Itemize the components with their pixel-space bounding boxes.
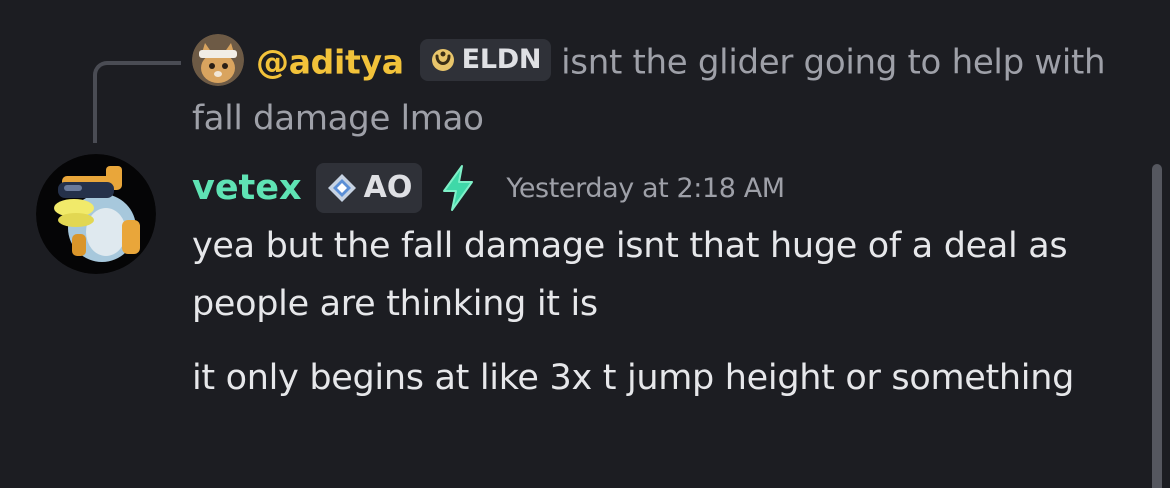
penguin-avatar-icon bbox=[36, 154, 156, 274]
message-text: yea but the fall damage isnt that huge o… bbox=[192, 226, 1068, 324]
message-header: vetex AO Yesterday at 2:18 AM bbox=[192, 158, 785, 218]
reply-server-tag[interactable]: ELDN bbox=[419, 38, 552, 81]
message-timestamp[interactable]: Yesterday at 2:18 AM bbox=[506, 173, 785, 204]
author-tag-label: AO bbox=[363, 170, 413, 205]
reply-connector-line bbox=[93, 61, 181, 143]
lightning-bolt-icon[interactable] bbox=[438, 164, 478, 212]
cat-avatar-icon[interactable] bbox=[192, 33, 244, 86]
message-text: it only begins at like 3x t jump height … bbox=[192, 358, 1075, 398]
author-server-tag[interactable]: AO bbox=[315, 163, 423, 213]
scrollbar[interactable] bbox=[1152, 164, 1162, 488]
chat-message: @aditya ELDN isnt the glider going to hel… bbox=[0, 0, 1170, 488]
author-name[interactable]: vetex bbox=[192, 168, 302, 208]
diamond-star-icon bbox=[327, 174, 356, 202]
reply-username[interactable]: @aditya bbox=[256, 43, 404, 82]
reply-preview[interactable]: @aditya ELDN isnt the glider going to hel… bbox=[192, 33, 1142, 145]
author-avatar[interactable] bbox=[36, 154, 156, 274]
reply-tag-label: ELDN bbox=[461, 43, 542, 75]
horseshoe-icon bbox=[431, 48, 454, 71]
